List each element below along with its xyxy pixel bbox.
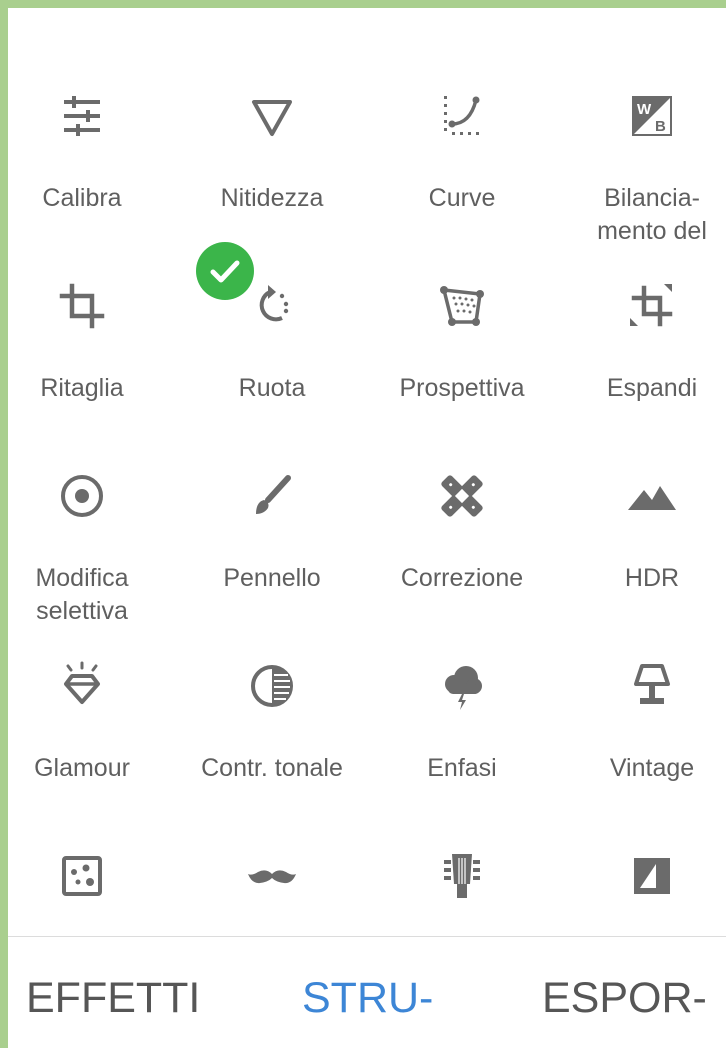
triangle-down-icon [246,90,298,142]
divider [8,936,726,937]
tool-vintage[interactable]: Vintage [562,660,726,785]
mustache-icon [246,850,298,902]
storm-cloud-icon [436,660,488,712]
tool-label: Calibra [42,184,122,212]
mountains-icon [626,470,678,522]
tool-enfasi[interactable]: Enfasi [372,660,552,785]
tool-glamour[interactable]: Glamour [8,660,172,785]
tool-nitidezza[interactable]: Nitidezza [182,90,362,215]
tool-grain[interactable] [8,850,172,902]
tool-label: HDR [624,564,680,592]
curve-icon [436,90,488,142]
tab-strumenti[interactable]: STRU- [302,968,433,1028]
tab-esporta[interactable]: ESPOR- [542,968,707,1028]
tab-effetti[interactable]: EFFETTI [26,968,200,1028]
white-balance-icon: W B [626,90,678,142]
crop-icon [56,280,108,332]
svg-text:B: B [655,118,666,135]
tool-label: Pennello [223,564,321,592]
tool-label: Prospettiva [399,374,525,402]
tool-espandi[interactable]: Espandi [562,280,726,405]
tonal-contrast-icon [246,660,298,712]
tool-contr-tonale[interactable]: Contr. tonale [182,660,362,785]
tool-label: Ritaglia [40,374,124,402]
bottom-tab-bar: EFFETTI STRU- ESPOR- [8,968,726,1048]
tool-label: Ruota [238,374,306,402]
tool-frame[interactable] [562,850,726,902]
tool-ritaglia[interactable]: Ritaglia [8,280,172,405]
tool-label: Vintage [609,754,695,782]
frame-icon [626,850,678,902]
tools-panel: Calibra Nitidezza Curve W B Bilancia- me… [8,8,726,1048]
tool-label: Glamour [34,754,130,782]
tool-prospettiva[interactable]: Prospettiva [372,280,552,405]
tool-label: Bilancia- mento del [597,184,707,245]
tool-label: Nitidezza [220,184,324,212]
tool-label: Contr. tonale [201,754,343,782]
lamp-icon [626,660,678,712]
tool-bilanciamento[interactable]: W B Bilancia- mento del [562,90,726,248]
diamond-glow-icon [56,660,108,712]
tool-label: Correzione [400,564,524,592]
tool-mustache[interactable] [182,850,362,902]
healing-bandage-icon [436,470,488,522]
brush-icon [246,470,298,522]
tool-guitar[interactable] [372,850,552,902]
tool-label: Espandi [606,374,698,402]
grain-dice-icon [56,850,108,902]
check-icon [196,242,254,300]
tool-calibra[interactable]: Calibra [8,90,172,215]
tool-label: Curve [428,184,496,212]
expand-icon [626,280,678,332]
tool-hdr[interactable]: HDR [562,470,726,595]
selective-target-icon [56,470,108,522]
tool-modifica-selettiva[interactable]: Modifica selettiva [8,470,172,628]
tool-correzione[interactable]: Correzione [372,470,552,595]
tool-label: Modifica selettiva [35,564,129,625]
tool-pennello[interactable]: Pennello [182,470,362,595]
tool-curve[interactable]: Curve [372,90,552,215]
tool-label: Enfasi [427,754,497,782]
svg-text:W: W [637,101,652,118]
guitar-head-icon [436,850,488,902]
perspective-icon [436,280,488,332]
tune-sliders-icon [56,90,108,142]
